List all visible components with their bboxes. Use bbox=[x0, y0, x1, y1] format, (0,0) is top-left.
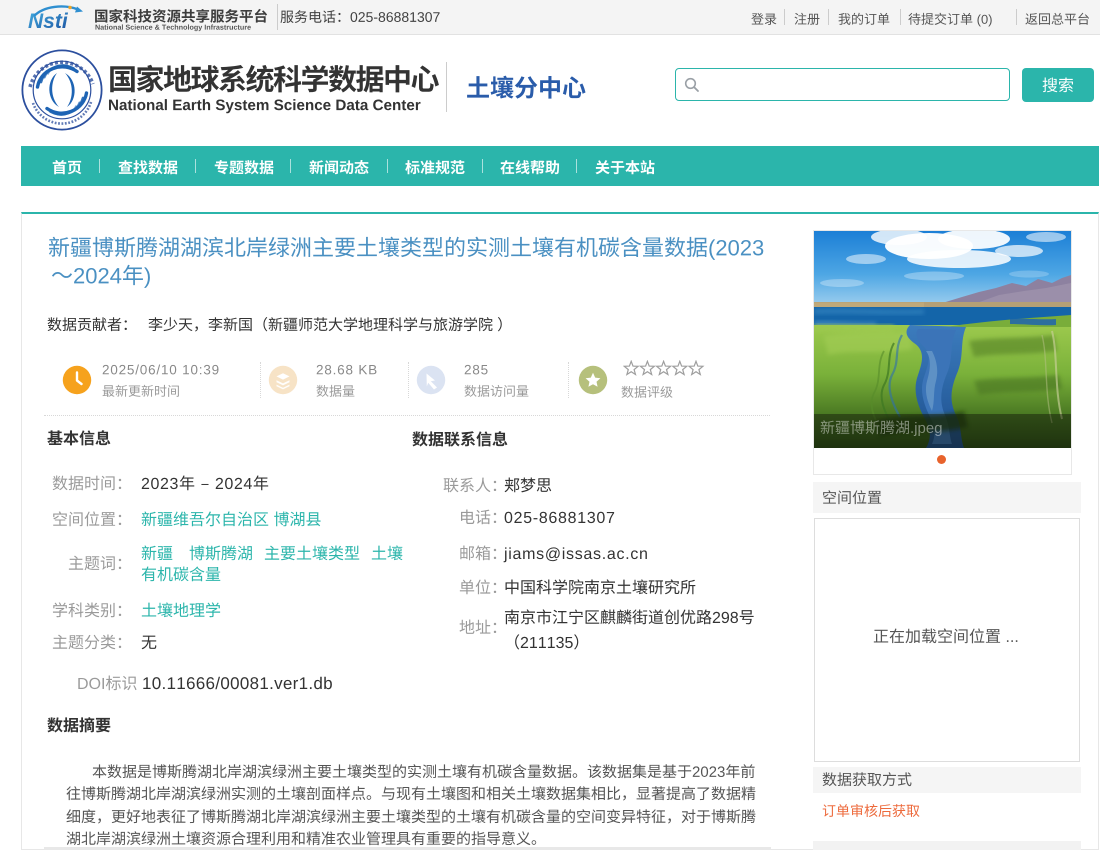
svg-text:Nsti: Nsti bbox=[28, 10, 69, 33]
